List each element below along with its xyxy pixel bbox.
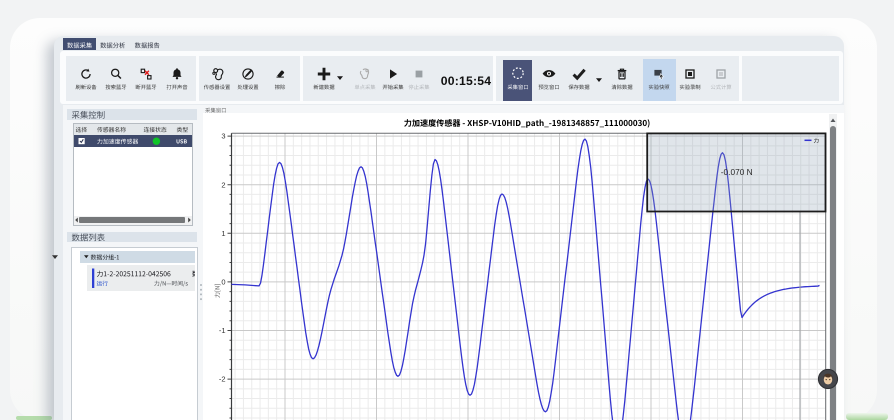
svg-text:-2: -2 [219, 375, 226, 384]
svg-text:3: 3 [221, 132, 225, 141]
svg-text:1: 1 [221, 229, 225, 238]
svg-text:0: 0 [221, 278, 225, 287]
svg-text:-0.070 N: -0.070 N [721, 167, 753, 177]
svg-text:2: 2 [221, 180, 225, 189]
svg-text:-1: -1 [219, 326, 226, 335]
